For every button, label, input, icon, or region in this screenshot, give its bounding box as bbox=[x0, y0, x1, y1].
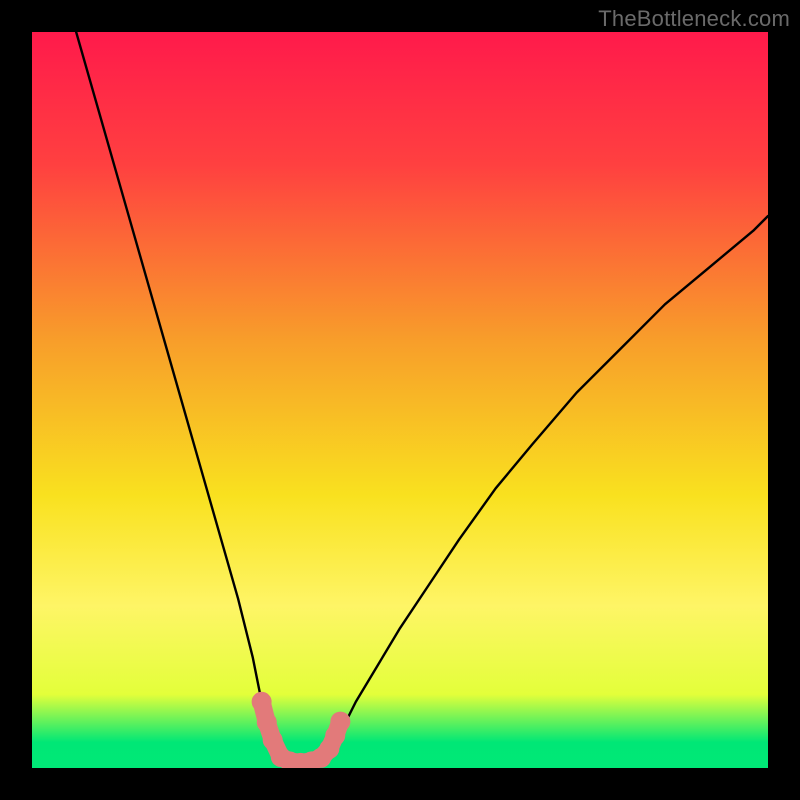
chart-plot bbox=[32, 32, 768, 768]
highlight-dot bbox=[330, 712, 350, 732]
gradient-background bbox=[32, 32, 768, 768]
highlight-dot bbox=[252, 692, 272, 712]
highlight-dot bbox=[257, 712, 277, 732]
chart-frame: TheBottleneck.com bbox=[0, 0, 800, 800]
attribution-label: TheBottleneck.com bbox=[598, 6, 790, 32]
